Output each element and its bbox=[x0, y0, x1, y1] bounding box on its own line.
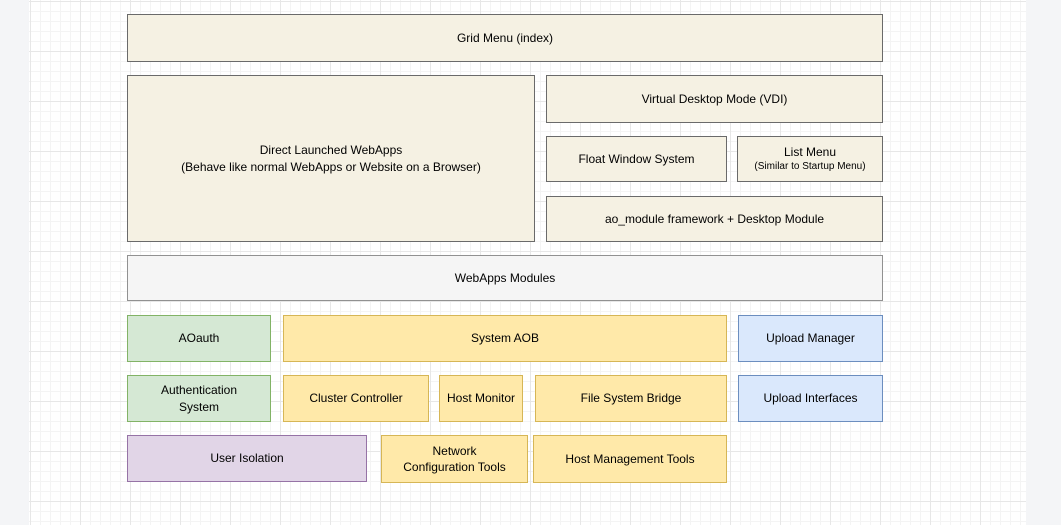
node-label: System AOB bbox=[471, 330, 539, 346]
node-label: WebApps Modules bbox=[455, 270, 556, 286]
node-cluster-controller[interactable]: Cluster Controller bbox=[283, 375, 429, 422]
node-label: Grid Menu (index) bbox=[457, 30, 553, 46]
node-virtual-desktop-mode[interactable]: Virtual Desktop Mode (VDI) bbox=[546, 75, 883, 123]
node-grid-menu[interactable]: Grid Menu (index) bbox=[127, 14, 883, 62]
node-host-management-tools[interactable]: Host Management Tools bbox=[533, 435, 727, 483]
node-float-window-system[interactable]: Float Window System bbox=[546, 136, 727, 182]
node-direct-launched-webapps[interactable]: Direct Launched WebApps (Behave like nor… bbox=[127, 75, 535, 242]
node-label: Upload Manager bbox=[766, 330, 855, 346]
node-list-menu[interactable]: List Menu (Similar to Startup Menu) bbox=[737, 136, 883, 182]
node-label: File System Bridge bbox=[581, 390, 682, 406]
node-webapps-modules[interactable]: WebApps Modules bbox=[127, 255, 883, 301]
node-label: Direct Launched WebApps bbox=[260, 142, 403, 158]
node-ao-module-framework[interactable]: ao_module framework + Desktop Module bbox=[546, 196, 883, 242]
node-label: AOauth bbox=[179, 330, 220, 346]
node-upload-manager[interactable]: Upload Manager bbox=[738, 315, 883, 362]
node-host-monitor[interactable]: Host Monitor bbox=[439, 375, 523, 422]
diagram-stage: Grid Menu (index) Direct Launched WebApp… bbox=[0, 0, 1061, 525]
node-system-aob[interactable]: System AOB bbox=[283, 315, 727, 362]
node-network-configuration-tools[interactable]: Network Configuration Tools bbox=[381, 435, 528, 483]
node-user-isolation[interactable]: User Isolation bbox=[127, 435, 367, 482]
node-label: Float Window System bbox=[578, 151, 694, 167]
node-sublabel: (Similar to Startup Menu) bbox=[754, 160, 865, 174]
node-authentication-system[interactable]: Authentication System bbox=[127, 375, 271, 422]
node-label: Virtual Desktop Mode (VDI) bbox=[642, 91, 788, 107]
node-upload-interfaces[interactable]: Upload Interfaces bbox=[738, 375, 883, 422]
node-label: Cluster Controller bbox=[309, 390, 402, 406]
node-label: Host Monitor bbox=[447, 390, 515, 406]
node-label: ao_module framework + Desktop Module bbox=[605, 211, 824, 227]
node-sublabel: (Behave like normal WebApps or Website o… bbox=[181, 159, 481, 175]
node-file-system-bridge[interactable]: File System Bridge bbox=[535, 375, 727, 422]
node-label: List Menu bbox=[784, 144, 836, 160]
node-label: Network Configuration Tools bbox=[398, 443, 511, 475]
node-aoauth[interactable]: AOauth bbox=[127, 315, 271, 362]
node-label: Authentication System bbox=[148, 382, 250, 414]
node-label: Host Management Tools bbox=[565, 451, 694, 467]
node-label: Upload Interfaces bbox=[763, 390, 857, 406]
node-label: User Isolation bbox=[210, 450, 283, 466]
